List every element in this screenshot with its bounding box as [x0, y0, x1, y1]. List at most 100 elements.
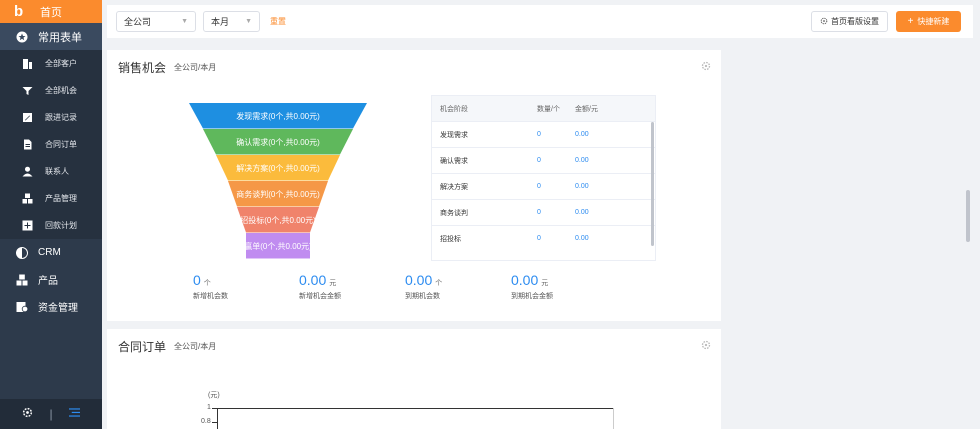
y-tick [212, 408, 217, 409]
sidebar-item-home[interactable]: b 首页 [0, 0, 102, 23]
funnel-label: 商务谈判(0个,共0.00元) [236, 190, 320, 199]
stat-unit: 元 [541, 280, 549, 287]
table-scrollbar[interactable] [651, 122, 654, 246]
sidebar-item-contacts[interactable]: 联系人 [0, 158, 102, 185]
settings-icon[interactable] [22, 407, 33, 421]
boxes-icon [15, 273, 29, 287]
y-tick-label: 0.8 [201, 418, 211, 425]
sidebar-item-label: CRM [38, 247, 61, 258]
stat-value: 0 [193, 272, 201, 288]
page-scrollbar[interactable] [966, 190, 970, 242]
stat-unit: 元 [329, 280, 337, 287]
half-circle-icon [15, 246, 29, 260]
logo: b [14, 3, 24, 20]
sidebar: b 首页 常用表单 全部客户 全部机会 跟进记录 合同订单 联系人 产品管理 回… [0, 0, 102, 429]
amount-cell[interactable]: 0.00 [575, 183, 589, 190]
edit-icon [21, 112, 33, 124]
stat-label: 新增机会金额 [299, 293, 341, 300]
column-header: 金额/元 [575, 105, 598, 113]
menu-toggle-icon[interactable] [68, 407, 80, 421]
sidebar-item-label: 跟进记录 [45, 113, 77, 122]
stat-due-amount: 0.00 元 到期机会金额 [511, 272, 553, 301]
amount-cell[interactable]: 0.00 [575, 209, 589, 216]
sidebar-group-common-forms[interactable]: 常用表单 [0, 23, 102, 50]
person-icon [21, 166, 33, 178]
stage-cell: 确认需求 [440, 157, 468, 165]
company-select[interactable]: 全公司 ▼ [116, 11, 196, 32]
card-title: 合同订单 [118, 340, 167, 354]
chevron-down-icon: ▼ [181, 18, 188, 25]
count-cell[interactable]: 0 [530, 183, 575, 190]
sidebar-item-products[interactable]: 产品管理 [0, 185, 102, 212]
sidebar-item-payment-plan[interactable]: 回款计划 [0, 212, 102, 239]
dashboard-settings-button[interactable]: 首页看版设置 [811, 11, 888, 32]
funnel-label: 招投标(0个,共0.00元) [240, 216, 316, 225]
money-icon [15, 300, 29, 314]
sidebar-item-finance[interactable]: 资金管理 [0, 293, 102, 320]
opportunity-stage-table: 机会阶段 数量/个 金额/元 发现需求 0 0.00 确认需求 0 0.00 解决方案 0 0.… [431, 95, 656, 261]
funnel-label: 解决方案(0个,共0.00元) [236, 164, 320, 173]
sidebar-item-product[interactable]: 产品 [0, 266, 102, 293]
sales-funnel [189, 103, 367, 259]
plus-icon: + [907, 16, 914, 27]
sidebar-item-label: 资金管理 [38, 303, 78, 314]
company-select-value: 全公司 [124, 17, 152, 27]
sidebar-footer: | [0, 399, 102, 429]
sidebar-item-all-opportunities[interactable]: 全部机会 [0, 77, 102, 104]
chart-border [613, 408, 614, 429]
stage-cell: 发现需求 [440, 131, 468, 139]
chart-gridline [217, 408, 614, 409]
stat-new-amount: 0.00 元 新增机会金额 [299, 272, 341, 301]
column-header: 机会阶段 [440, 105, 468, 113]
sidebar-item-label: 合同订单 [45, 140, 77, 149]
stage-cell: 招投标 [440, 235, 461, 243]
stat-label: 到期机会金额 [511, 293, 553, 300]
stat-due-count: 0.00 个 到期机会数 [405, 272, 442, 301]
sidebar-item-label: 产品管理 [45, 194, 77, 203]
amount-cell[interactable]: 0.00 [575, 235, 589, 242]
filter-bar: 全公司 ▼ 本月 ▼ 重置 首页看版设置 + 快捷新建 [107, 5, 973, 38]
count-cell[interactable]: 0 [530, 209, 575, 216]
y-axis-line [217, 408, 218, 429]
count-cell[interactable]: 0 [530, 235, 575, 242]
table-row: 发现需求 0 0.00 [432, 121, 655, 147]
count-cell[interactable]: 0 [530, 157, 575, 164]
quick-new-button[interactable]: + 快捷新建 [896, 11, 961, 32]
divider: | [49, 407, 53, 421]
sidebar-item-crm[interactable]: CRM [0, 239, 102, 266]
sidebar-item-all-customers[interactable]: 全部客户 [0, 50, 102, 77]
reset-link[interactable]: 重置 [270, 16, 286, 27]
gear-icon [820, 17, 828, 27]
card-subtitle: 全公司/本月 [174, 342, 217, 351]
sidebar-item-label: 首页 [40, 6, 62, 19]
funnel-icon [21, 85, 33, 97]
dashboard-settings-label: 首页看版设置 [831, 17, 879, 26]
quick-new-label: 快捷新建 [917, 17, 950, 26]
sidebar-item-label: 全部机会 [45, 86, 77, 95]
stat-label: 新增机会数 [193, 293, 228, 300]
stat-value: 0.00 [511, 272, 539, 288]
sidebar-item-contracts[interactable]: 合同订单 [0, 131, 102, 158]
period-select[interactable]: 本月 ▼ [203, 11, 260, 32]
sidebar-item-followup[interactable]: 跟进记录 [0, 104, 102, 131]
gear-icon[interactable] [701, 60, 711, 71]
table-row: 确认需求 0 0.00 [432, 147, 655, 173]
stat-unit: 个 [435, 280, 443, 287]
sidebar-item-label: 回款计划 [45, 221, 77, 230]
funnel-label: 赢单(0个,共0.00元) [244, 242, 312, 251]
table-row: 商务谈判 0 0.00 [432, 199, 655, 225]
document-icon [21, 139, 33, 151]
amount-cell[interactable]: 0.00 [575, 157, 589, 164]
funnel-label: 确认需求(0个,共0.00元) [236, 138, 320, 147]
count-cell[interactable]: 0 [530, 131, 575, 138]
y-tick [212, 422, 217, 423]
period-select-value: 本月 [211, 17, 230, 27]
chevron-down-icon: ▼ [245, 18, 252, 25]
stat-value: 0.00 [405, 272, 433, 288]
building-icon [21, 58, 33, 70]
table-row: 招投标 0 0.00 [432, 225, 655, 251]
amount-cell[interactable]: 0.00 [575, 131, 589, 138]
gear-icon[interactable] [701, 339, 711, 350]
column-header: 数量/个 [537, 105, 560, 113]
add-square-icon [21, 220, 33, 232]
